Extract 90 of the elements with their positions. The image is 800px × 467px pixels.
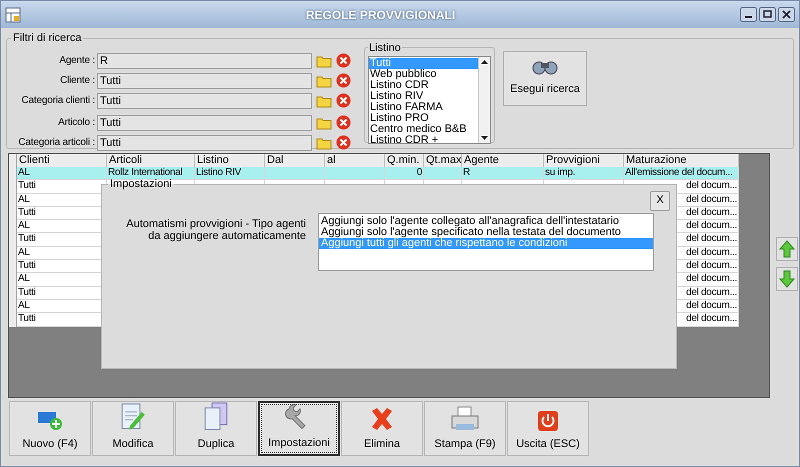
table-cell: Tutti xyxy=(18,313,36,324)
table-cell: AL xyxy=(18,246,30,258)
table-cell: Tutti xyxy=(18,180,36,192)
list-item[interactable]: Listino PRO xyxy=(369,113,478,124)
minimize-icon[interactable] xyxy=(740,7,757,22)
table-cell: del docum... xyxy=(686,286,737,298)
table-cell: del docum... xyxy=(686,246,737,258)
toolbar-button[interactable]: Duplica xyxy=(175,401,257,456)
table-cell: Rollz International xyxy=(108,167,182,178)
filter-field[interactable]: Tutti xyxy=(97,114,312,130)
scroll-bar[interactable] xyxy=(478,57,490,143)
table-cell: del docum... xyxy=(686,233,737,244)
move-down-button[interactable] xyxy=(776,267,798,291)
clear-icon[interactable] xyxy=(336,93,351,108)
table-cell: AL xyxy=(18,220,30,232)
table-cell: del docum... xyxy=(686,206,737,218)
search-button[interactable]: Esegui ricerca xyxy=(503,50,587,106)
table-cell: del docum... xyxy=(686,260,737,272)
list-item[interactable]: Listino RIV xyxy=(369,91,478,102)
table-cell: del docum... xyxy=(686,194,737,205)
copy-icon xyxy=(203,402,229,432)
field-label: Categoria articoli : xyxy=(17,136,96,150)
table-cell: del docum... xyxy=(686,180,737,192)
listino-list[interactable]: Tutti Web pubblico Listino CDR Listino RIV Listino FARMA Listino PRO Centro medico B&B Listino CDR + xyxy=(368,56,491,144)
close-icon[interactable] xyxy=(778,7,795,22)
filter-field[interactable]: Tutti xyxy=(97,134,312,150)
toolbar-button[interactable]: Modifica xyxy=(92,401,174,456)
row-header[interactable] xyxy=(9,313,17,327)
list-item[interactable]: Listino FARMA xyxy=(369,102,478,113)
toolbar-button[interactable]: Impostazioni xyxy=(258,401,340,456)
edit-document-icon xyxy=(120,402,146,432)
table-cell: Listino RIV xyxy=(196,167,242,178)
table-cell: Tutti xyxy=(18,286,36,298)
arrow-up-icon xyxy=(779,240,795,258)
agent-type-list[interactable]: Aggiungi solo l'agente collegato all'anagrafica dell'intestatario Aggiungi solo l'agente specificato nella testata del documento Aggiungi tutti gli agenti che rispettano le condizioni xyxy=(318,212,654,270)
clear-icon[interactable] xyxy=(336,115,351,130)
maximize-icon[interactable] xyxy=(759,7,776,22)
folder-icon[interactable] xyxy=(316,136,332,150)
table-cell: AL xyxy=(18,300,30,311)
filter-field[interactable]: Tutti xyxy=(97,72,312,88)
table-cell: del docum... xyxy=(686,273,737,284)
delete-icon xyxy=(369,406,395,432)
filter-field[interactable]: R xyxy=(97,52,312,68)
table-row[interactable]: AL Rollz International Listino RIV 0 R su imp. All'emissione del docum... xyxy=(9,167,739,180)
clear-icon[interactable] xyxy=(336,135,351,150)
list-item[interactable]: Aggiungi solo l'agente collegato all'anagrafica dell'intestatario xyxy=(319,216,653,226)
table-cell: Tutti xyxy=(18,233,36,244)
toolbar-button[interactable]: Uscita (ESC) xyxy=(507,401,589,456)
table-cell: AL xyxy=(18,167,30,178)
table-cell: del docum... xyxy=(686,313,737,324)
table-cell: AL xyxy=(18,194,30,205)
field-label: Articolo : xyxy=(57,116,96,130)
close-button[interactable]: X xyxy=(650,190,670,210)
table-cell: Tutti xyxy=(18,206,36,218)
field-label: Cliente : xyxy=(59,74,96,88)
folder-icon[interactable] xyxy=(316,54,332,68)
table-cell: su imp. xyxy=(545,167,576,178)
table-cell: del docum... xyxy=(686,300,737,311)
field-label: Agente : xyxy=(58,54,96,68)
table-cell: del docum... xyxy=(686,220,737,232)
printer-icon xyxy=(450,406,480,432)
list-item[interactable]: Listino CDR xyxy=(369,80,478,91)
arrow-down-icon xyxy=(779,270,795,288)
group-title: Listino xyxy=(368,40,402,56)
window-title: REGOLE PROVVIGIONALI xyxy=(304,6,456,24)
list-item[interactable]: Web pubblico xyxy=(369,69,478,80)
table-cell: 0 xyxy=(416,167,422,178)
folder-icon[interactable] xyxy=(316,116,332,130)
folder-icon[interactable] xyxy=(316,74,332,88)
move-up-button[interactable] xyxy=(776,237,798,261)
list-item[interactable]: Listino CDR + xyxy=(369,135,478,146)
toolbar-button[interactable]: Nuovo (F4) xyxy=(9,401,91,456)
table-cell: R xyxy=(463,167,470,178)
setting-label: Automatismi provvigioni - Tipo agenti da aggiungere automaticamente xyxy=(125,216,306,244)
toolbar-button[interactable]: Elimina xyxy=(341,401,423,456)
folder-icon[interactable] xyxy=(316,94,332,108)
filter-field[interactable]: Tutti xyxy=(97,92,312,108)
list-item[interactable]: Aggiungi solo l'agente specificato nella testata del documento xyxy=(319,226,653,238)
binoculars-icon xyxy=(531,58,559,75)
clear-icon[interactable] xyxy=(336,53,351,68)
toolbar-button[interactable]: Stampa (F9) xyxy=(424,401,506,456)
table-cell: AL xyxy=(18,273,30,284)
power-icon xyxy=(537,410,559,432)
field-label: Categoria clienti : xyxy=(20,94,96,108)
group-title: Filtri di ricerca xyxy=(12,31,82,46)
table-cell: Tutti xyxy=(18,260,36,272)
app-icon xyxy=(5,6,21,22)
clear-icon[interactable] xyxy=(336,73,351,88)
table-cell: All'emissione del docum... xyxy=(625,167,732,178)
list-item[interactable]: Centro medico B&B xyxy=(369,124,478,135)
